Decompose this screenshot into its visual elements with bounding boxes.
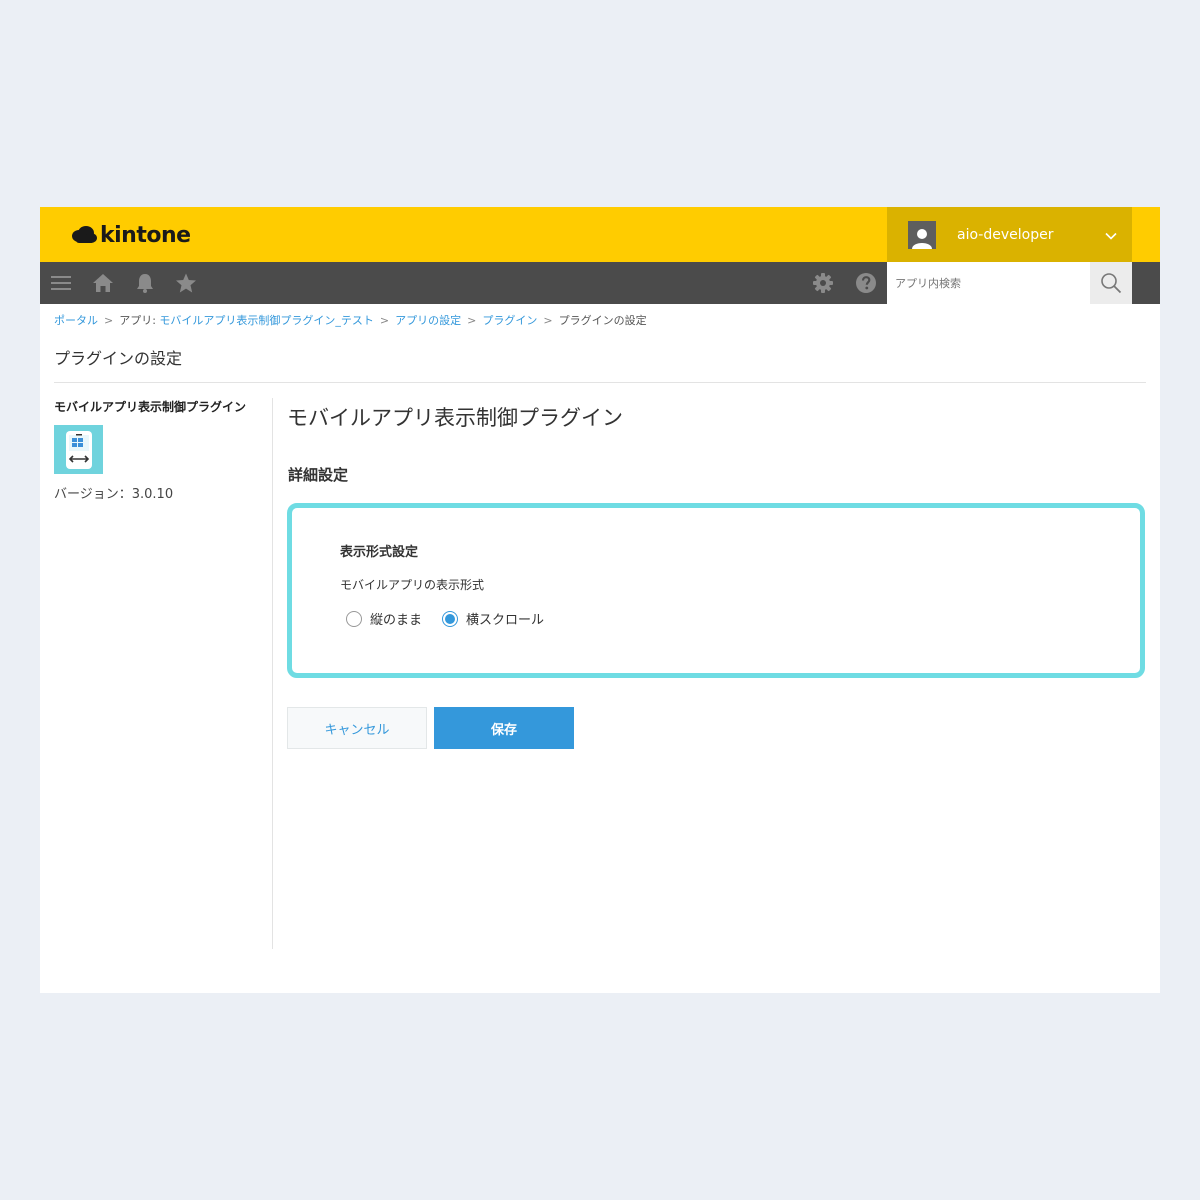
breadcrumb-app-link[interactable]: モバイルアプリ表示制御プラグイン_テスト xyxy=(159,314,374,327)
cancel-button[interactable]: キャンセル xyxy=(287,707,427,749)
plugin-name: モバイルアプリ表示制御プラグイン xyxy=(54,400,247,414)
home-icon[interactable] xyxy=(92,272,114,294)
radio-button-selected[interactable] xyxy=(442,610,459,627)
header-bar: kintone aio-developer xyxy=(40,207,1160,262)
breadcrumb-app-text: アプリ: モバイルアプリ表示制御プラグイン_テスト xyxy=(119,314,374,327)
toolbar xyxy=(40,262,1160,304)
page-title: プラグインの設定 xyxy=(54,349,183,368)
breadcrumb-app: アプリ: モバイルアプリ表示制御プラグイン_テスト xyxy=(119,314,374,327)
radio-option-horizontal-scroll[interactable]: 横スクロール xyxy=(442,609,544,628)
plugin-title: モバイルアプリ表示制御プラグイン xyxy=(287,406,623,430)
radio-label: 縦のまま xyxy=(370,613,423,628)
app-search-input[interactable] xyxy=(887,262,1090,304)
display-format-radio-group: 縦のまま 横スクロール xyxy=(346,609,564,628)
breadcrumb-current: プラグインの設定 xyxy=(558,314,647,327)
breadcrumb: ポータル > アプリ: モバイルアプリ表示制御プラグイン_テスト > アプリの設定 > プラ… xyxy=(54,312,647,328)
breadcrumb-separator: > xyxy=(543,314,553,327)
save-button[interactable]: 保存 xyxy=(434,707,574,749)
breadcrumb-portal[interactable]: ポータル xyxy=(54,314,98,327)
breadcrumb-plugins[interactable]: プラグイン xyxy=(482,314,537,327)
kintone-logo[interactable]: kintone xyxy=(70,221,191,249)
display-format-label: モバイルアプリの表示形式 xyxy=(340,578,485,592)
menu-icon[interactable] xyxy=(50,272,72,294)
mobile-scroll-icon xyxy=(54,425,103,474)
divider xyxy=(54,382,1146,383)
search-icon xyxy=(1101,273,1122,294)
radio-label: 横スクロール xyxy=(466,613,545,628)
star-icon[interactable] xyxy=(175,272,197,294)
logo-text: kintone xyxy=(100,222,191,248)
sidebar-divider xyxy=(272,398,273,949)
plugin-version: バージョン：3.0.10 xyxy=(54,487,174,502)
breadcrumb-app-prefix: アプリ: xyxy=(119,314,160,327)
bell-icon[interactable] xyxy=(134,272,156,294)
breadcrumb-app-settings[interactable]: アプリの設定 xyxy=(395,314,461,327)
breadcrumb-separator: > xyxy=(379,314,390,327)
kintone-window: kintone aio-developer アプリ内検索 ポータル > アプリ:… xyxy=(40,207,1160,993)
display-settings-panel: 表示形式設定 モバイルアプリの表示形式 縦のまま 横スクロール xyxy=(287,503,1145,678)
user-name: aio-developer xyxy=(957,226,1054,243)
plugin-sidebar: モバイルアプリ表示制御プラグイン バージョン：3.0.10 xyxy=(54,398,264,502)
avatar-icon xyxy=(908,220,936,249)
section-title: 詳細設定 xyxy=(288,466,349,484)
breadcrumb-separator: > xyxy=(467,314,477,327)
gear-icon[interactable] xyxy=(812,272,834,294)
radio-dot xyxy=(445,613,456,624)
radio-option-vertical[interactable]: 縦のまま xyxy=(346,609,422,628)
breadcrumb-separator: > xyxy=(104,314,114,327)
panel-heading: 表示形式設定 xyxy=(340,545,419,560)
user-menu[interactable]: aio-developer xyxy=(887,207,1132,262)
radio-button[interactable] xyxy=(346,610,362,627)
cloud-logo-icon xyxy=(70,224,98,246)
chevron-down-icon[interactable] xyxy=(1104,228,1118,242)
help-icon[interactable] xyxy=(855,272,877,294)
search-button[interactable] xyxy=(1090,262,1132,304)
